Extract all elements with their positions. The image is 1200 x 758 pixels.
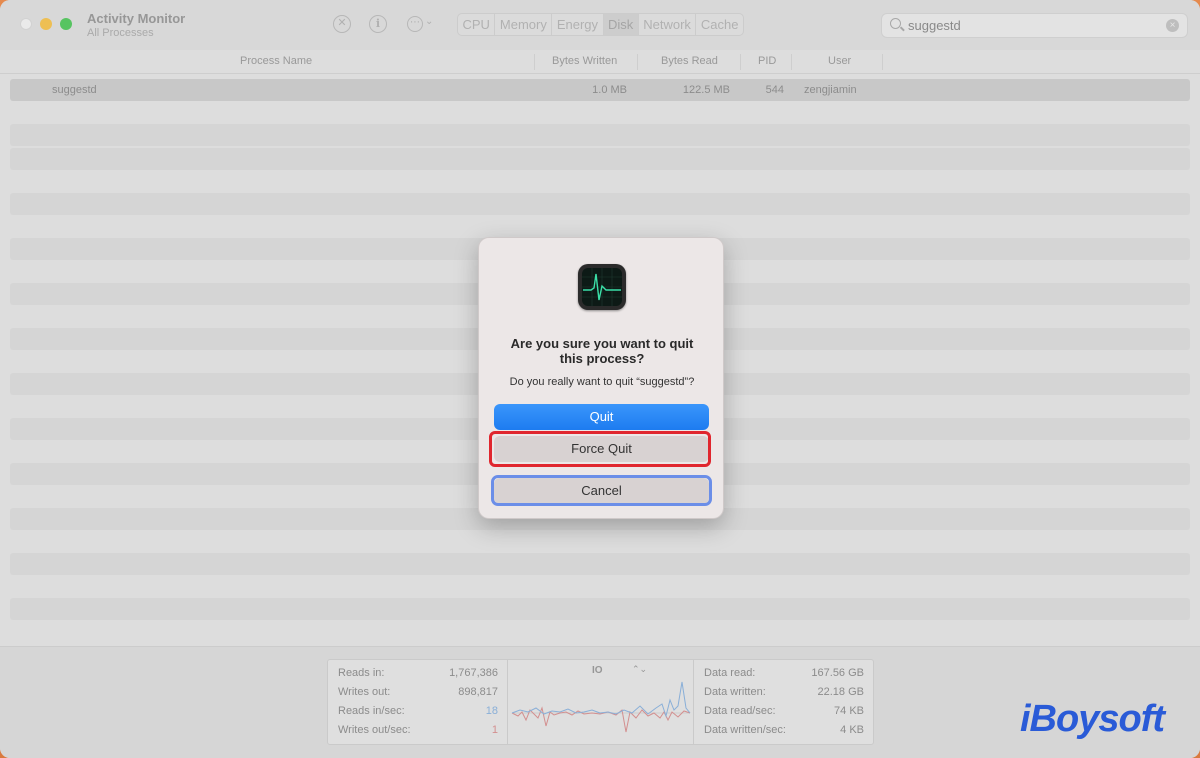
activity-monitor-app-icon (578, 264, 626, 310)
activity-monitor-window: Activity Monitor All Processes ✕ i ⋯ ⌄ C… (0, 0, 1200, 758)
heartbeat-icon (582, 268, 622, 306)
app-icon-screen (582, 268, 622, 306)
force-quit-highlight (489, 431, 711, 467)
dialog-title: Are you sure you want to quit this proce… (510, 336, 694, 366)
cancel-focus-ring (491, 475, 712, 506)
dialog-message: Do you really want to quit “suggestd”? (509, 376, 695, 388)
quit-button[interactable]: Quit (494, 404, 709, 430)
quit-process-dialog: Are you sure you want to quit this proce… (478, 237, 724, 519)
iboysoft-watermark: iBoysoft (1020, 698, 1165, 740)
